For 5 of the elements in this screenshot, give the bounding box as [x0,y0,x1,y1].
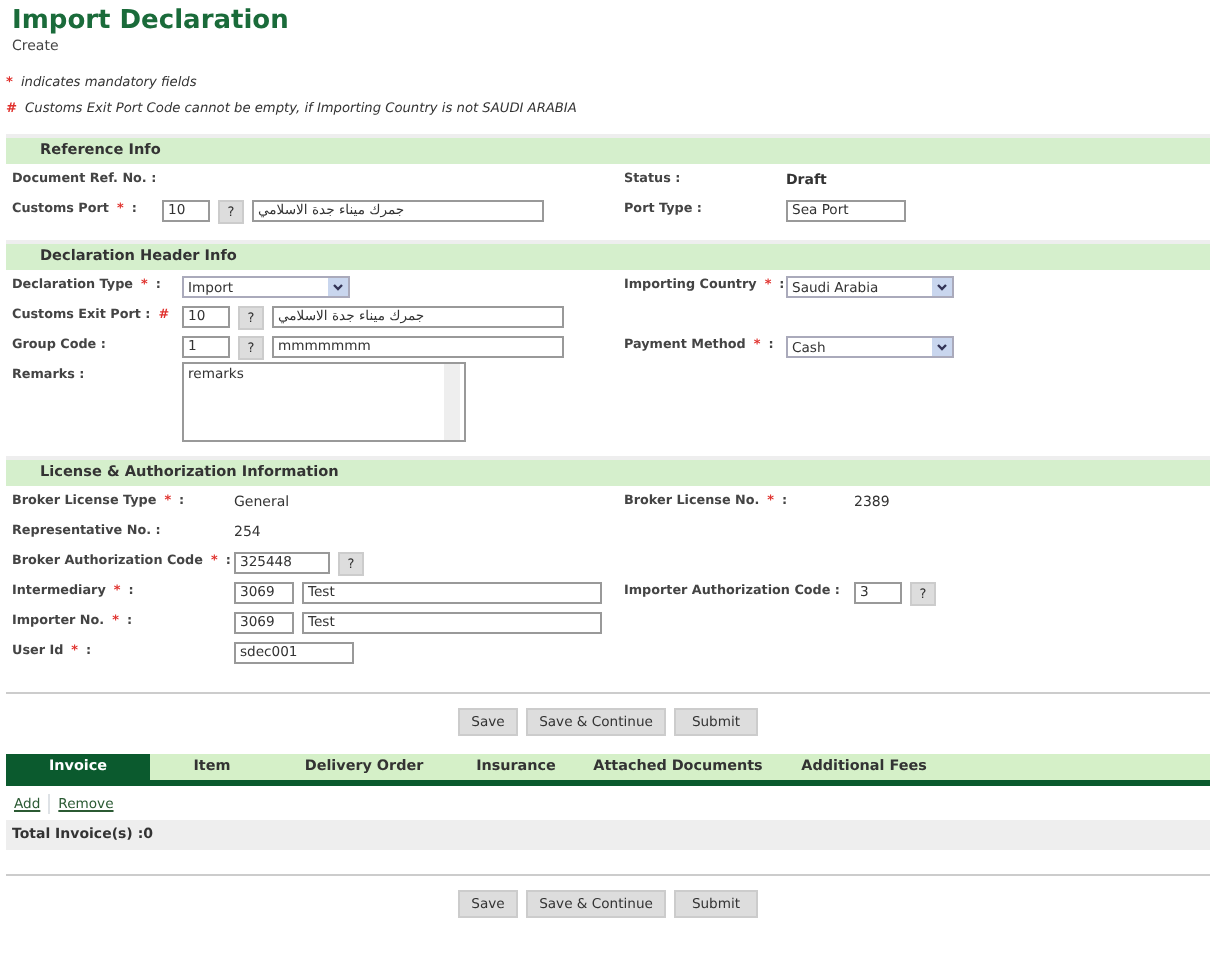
scrollbar[interactable] [444,364,460,441]
caret-icon [328,278,348,297]
caret-icon [932,278,952,297]
page-title: Import Declaration [12,8,291,36]
caret-icon [932,338,952,357]
